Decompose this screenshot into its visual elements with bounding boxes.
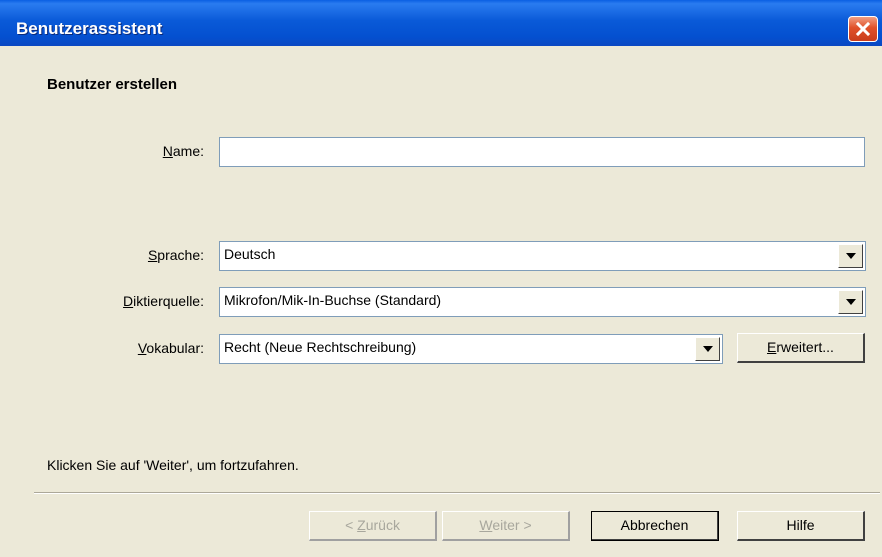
diktierquelle-label: Diktierquelle: [123,293,204,309]
back-button[interactable]: < Zurück [309,511,437,541]
name-input[interactable] [219,137,865,167]
cancel-button[interactable]: Abbrechen [591,511,719,541]
name-label: Name: [162,143,204,159]
instruction-text: Klicken Sie auf 'Weiter', um fortzufahre… [47,457,299,473]
wizard-window: Benutzerassistent Benutzer erstellen Nam… [0,0,882,557]
diktierquelle-dropdown-button[interactable] [838,290,863,314]
next-button[interactable]: Weiter > [442,511,570,541]
sprache-label: Sprache: [147,247,204,263]
close-button[interactable] [848,16,878,42]
sprache-value: Deutsch [224,246,276,262]
diktierquelle-value: Mikrofon/Mik-In-Buchse (Standard) [224,292,442,308]
vokabular-label: Vokabular: [137,340,204,356]
help-button[interactable]: Hilfe [737,511,865,541]
diktierquelle-dropdown[interactable]: Mikrofon/Mik-In-Buchse (Standard) [219,287,866,317]
title-bar[interactable]: Benutzerassistent [0,0,882,46]
sprache-dropdown[interactable]: Deutsch [219,241,866,271]
page-heading: Benutzer erstellen [47,76,178,93]
vokabular-value: Recht (Neue Rechtschreibung) [224,339,417,355]
erweitert-button[interactable]: Erweitert... [737,333,865,363]
vokabular-dropdown[interactable]: Recht (Neue Rechtschreibung) [219,334,723,364]
sprache-dropdown-button[interactable] [838,244,863,268]
separator [34,492,880,494]
vokabular-dropdown-button[interactable] [695,337,720,361]
window-title: Benutzerassistent [16,19,163,38]
